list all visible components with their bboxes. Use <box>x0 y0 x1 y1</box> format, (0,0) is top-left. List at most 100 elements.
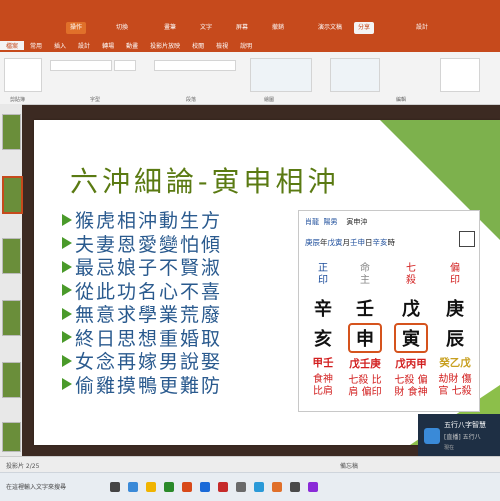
slide-counter: 投影片 2/25 <box>6 463 40 470</box>
tab-home[interactable]: 常用 <box>24 41 48 50</box>
ribbon: 剪貼簿 字型 段落 繪圖 編輯 <box>0 52 500 105</box>
tab-review[interactable]: 校閱 <box>186 41 210 50</box>
toast-title: 五行八字智慧 <box>444 421 486 429</box>
pillar-god: 命主 <box>360 263 370 286</box>
title-bar: 操作 切換 畫筆 文字 屏幕 撤銷 演示文稿 分享 設計 <box>0 0 500 38</box>
pillar-month: 七殺 戊 寅 戊丙甲 七殺 偏財 食神 <box>391 263 431 399</box>
pillar-god: 七殺 <box>406 263 416 286</box>
slide-canvas[interactable]: 六沖細論-寅申相沖 猴虎相沖動生方 夫妻恩愛變怕傾 最忌娘子不賢淑 從此功名心不… <box>34 120 500 445</box>
tab-insert[interactable]: 插入 <box>48 41 72 50</box>
triangle-bullet-icon <box>62 354 72 367</box>
text-button[interactable]: 文字 <box>196 22 216 34</box>
tab-transitions[interactable]: 轉場 <box>96 41 120 50</box>
bullet-item: 最忌娘子不賢淑 <box>62 255 222 279</box>
slide-thumbnail-selected[interactable] <box>2 176 23 214</box>
app-icon[interactable] <box>290 482 300 492</box>
tab-slideshow[interactable]: 投影片放映 <box>144 41 186 50</box>
chart-date-row: 庚辰年戊寅月壬申日辛亥時 <box>305 238 395 247</box>
status-bar: 投影片 2/25 備忘稿 <box>0 456 500 473</box>
tab-view[interactable]: 檢視 <box>210 41 234 50</box>
undo-button[interactable]: 撤銷 <box>268 22 288 34</box>
group-label-slides: 字型 <box>90 97 101 103</box>
paragraph-controls[interactable] <box>154 60 236 71</box>
app-icon[interactable] <box>236 482 246 492</box>
pillar-stem: 戊 <box>402 299 420 320</box>
slide-thumbnail[interactable] <box>2 238 21 274</box>
slide-title: 六沖細論-寅申相沖 <box>70 165 340 198</box>
triangle-bullet-icon <box>62 260 72 273</box>
pillar-year: 偏印 庚 辰 癸乙戊 劫財 傷官 七殺 <box>435 263 475 398</box>
triangle-bullet-icon <box>62 284 72 297</box>
pillar-branch: 亥 <box>314 329 332 350</box>
tab-animations[interactable]: 動畫 <box>120 41 144 50</box>
app-icon[interactable] <box>218 482 228 492</box>
triangle-bullet-icon <box>62 237 72 250</box>
toast-time: 現在 <box>444 445 455 451</box>
triangle-bullet-icon <box>62 213 72 226</box>
bullet-item: 夫妻恩愛變怕傾 <box>62 232 222 256</box>
bullet-item: 女念再嫁男說娶 <box>62 349 222 373</box>
shapes-gallery[interactable] <box>250 58 312 92</box>
paste-button[interactable] <box>4 58 42 92</box>
switch-button[interactable]: 切換 <box>112 22 132 34</box>
pillar-hidden-stems: 戊壬庚 <box>349 358 381 370</box>
triangle-bullet-icon <box>62 378 72 391</box>
tab-help[interactable]: 說明 <box>234 41 258 50</box>
pillar-day: 命主 壬 申 戊壬庚 七殺 比肩 偏印 <box>345 263 385 399</box>
slide-thumbnail[interactable] <box>2 300 21 336</box>
tab-file[interactable]: 檔案 <box>0 40 25 50</box>
pillar-god: 偏印 <box>450 263 460 286</box>
powerpoint-icon[interactable] <box>182 482 192 492</box>
share-button[interactable]: 分享 <box>354 22 375 34</box>
slide-thumbnail[interactable] <box>2 422 21 452</box>
pillar-stem: 庚 <box>446 299 464 320</box>
task-view-icon[interactable] <box>110 482 120 492</box>
editing-group[interactable] <box>440 58 480 92</box>
notification-toast[interactable]: 五行八字智慧 [直播] 五行八 現在 <box>418 414 500 460</box>
pen-button[interactable]: 畫筆 <box>160 22 180 34</box>
pillar-hidden-stems: 戊丙甲 <box>395 358 427 370</box>
thumbnail-pane <box>0 104 23 456</box>
pillar-hidden-gods: 七殺 偏財 食神 <box>394 375 428 398</box>
styles-gallery[interactable] <box>330 58 380 92</box>
font-name-select[interactable] <box>50 60 112 71</box>
app-icon[interactable] <box>254 482 264 492</box>
seal-icon <box>459 231 475 247</box>
app-icon <box>424 428 440 444</box>
pillar-hidden-stems: 甲壬 <box>312 357 334 369</box>
toast-line: [直播] 五行八 <box>444 434 481 441</box>
edge-icon[interactable] <box>128 482 138 492</box>
app-icon[interactable] <box>200 482 210 492</box>
design-button[interactable]: 設計 <box>412 22 432 34</box>
pillar-branch: 辰 <box>446 329 464 350</box>
bullet-item: 無意求學業荒廢 <box>62 302 222 326</box>
bullet-item: 從此功名心不喜 <box>62 279 222 303</box>
group-label-drawing: 繪圖 <box>264 97 275 103</box>
font-size-select[interactable] <box>114 60 136 71</box>
windows-taskbar: 在這裡輸入文字來搜尋 <box>0 472 500 501</box>
taskbar-search[interactable]: 在這裡輸入文字來搜尋 <box>6 482 66 491</box>
ribbon-tabs: 檔案 常用 插入 設計 轉場 動畫 投影片放映 校閱 檢視 說明 <box>0 38 500 52</box>
pillar-hidden-gods: 劫財 傷官 七殺 <box>438 374 472 397</box>
slide-thumbnail[interactable] <box>2 362 21 398</box>
pillar-hidden-stems: 癸乙戊 <box>439 357 471 369</box>
screen-button[interactable]: 屏幕 <box>232 22 252 34</box>
slide-thumbnail[interactable] <box>2 114 21 150</box>
chart-header: 肖龍 陽男 寅申沖 <box>305 218 368 226</box>
laser-pointer-button[interactable]: 操作 <box>66 22 87 34</box>
bullet-item: 猴虎相沖動生方 <box>62 208 222 232</box>
line-app-icon[interactable] <box>164 482 174 492</box>
file-explorer-icon[interactable] <box>146 482 156 492</box>
app-icon[interactable] <box>308 482 318 492</box>
bullet-list: 猴虎相沖動生方 夫妻恩愛變怕傾 最忌娘子不賢淑 從此功名心不喜 無意求學業荒廢 … <box>62 208 222 397</box>
pillar-branch-highlight: 寅 <box>394 323 428 353</box>
pillar-branch-highlight: 申 <box>348 323 382 353</box>
bazi-chart-panel: 肖龍 陽男 寅申沖 庚辰年戊寅月壬申日辛亥時 正印 辛 亥 甲壬 食神 比肩 命… <box>298 210 480 412</box>
group-label-clipboard: 剪貼簿 <box>10 97 26 103</box>
app-icon[interactable] <box>272 482 282 492</box>
bullet-item: 終日思想重婚取 <box>62 326 222 350</box>
tab-design[interactable]: 設計 <box>72 41 96 50</box>
pillar-stem: 壬 <box>356 299 374 320</box>
group-label-paragraph: 段落 <box>186 97 197 103</box>
notes-button[interactable]: 備忘稿 <box>340 461 358 470</box>
